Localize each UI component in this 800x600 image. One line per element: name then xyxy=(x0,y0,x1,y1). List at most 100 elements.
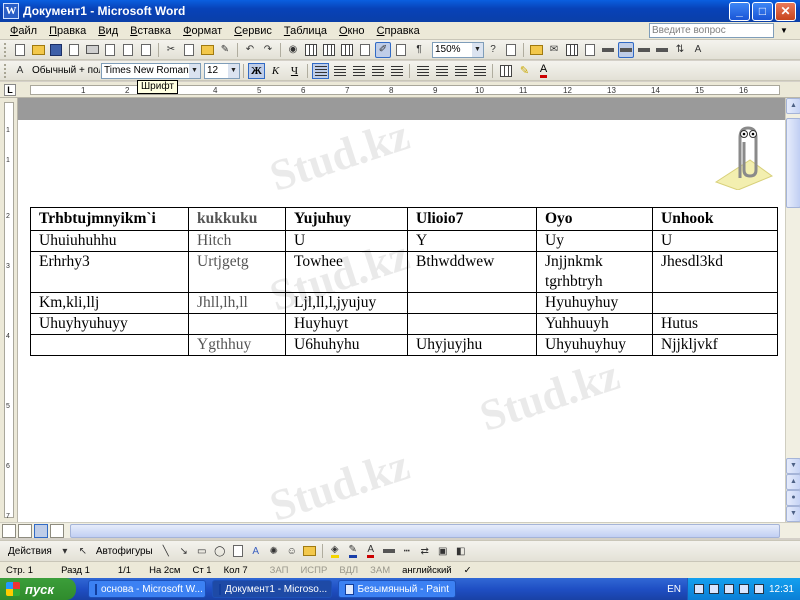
close-button[interactable]: ✕ xyxy=(775,1,796,21)
new-document-button[interactable] xyxy=(12,42,28,58)
border-line-button[interactable] xyxy=(636,42,652,58)
help-question-input[interactable]: Введите вопрос xyxy=(649,23,774,38)
minimize-button[interactable]: _ xyxy=(729,1,750,21)
oval-tool-button[interactable]: ◯ xyxy=(212,543,228,559)
font-size-select[interactable]: 12 ▼ xyxy=(204,62,240,79)
table-cell[interactable]: Ulioio7 xyxy=(407,207,537,231)
bold-button[interactable]: Ж xyxy=(248,62,265,79)
toolbar-grip[interactable] xyxy=(4,63,7,78)
menu-tools[interactable]: Сервис xyxy=(228,25,278,37)
table-cell[interactable]: Trhbtujmnyikm`i xyxy=(30,207,189,231)
bullets-button[interactable] xyxy=(433,63,450,79)
wordart-button[interactable]: A xyxy=(248,543,264,559)
increase-indent-button[interactable] xyxy=(471,63,488,79)
draw-actions-menu[interactable]: Действия xyxy=(4,546,56,557)
menu-help[interactable]: Справка xyxy=(371,25,426,37)
vertical-scroll-thumb[interactable] xyxy=(786,118,800,208)
show-hide-button[interactable]: ¶ xyxy=(411,42,427,58)
columns-button[interactable] xyxy=(357,42,373,58)
rectangle-tool-button[interactable]: ▭ xyxy=(194,543,210,559)
toolbar-grip[interactable] xyxy=(4,42,7,57)
vertical-scrollbar[interactable]: ▲ ▼ ▲ ● ▼ xyxy=(785,98,800,522)
web-view-button[interactable] xyxy=(18,523,32,538)
table-cell[interactable] xyxy=(407,292,537,314)
table-cell[interactable]: Hutus xyxy=(652,313,778,335)
chevron-down-icon[interactable]: ▼ xyxy=(778,26,790,35)
format-painter-button[interactable]: ✎ xyxy=(217,42,233,58)
table-cell[interactable] xyxy=(407,313,537,335)
table-cell[interactable]: Towhee xyxy=(285,251,408,293)
table-cell[interactable] xyxy=(188,313,286,335)
numbering-button[interactable] xyxy=(414,63,431,79)
document-table[interactable]: Trhbtujmnyikm`i kukkuku Yujuhuy Ulioio7 … xyxy=(30,207,778,356)
cut-button[interactable]: ✂ xyxy=(163,42,179,58)
align-right-button[interactable] xyxy=(350,63,367,79)
office-assistant-clippy[interactable] xyxy=(710,120,774,190)
taskbar-item[interactable]: Документ1 - Microso... xyxy=(212,580,332,598)
select-browse-object-button[interactable]: ● xyxy=(786,490,800,506)
status-rec[interactable]: ЗАП xyxy=(264,565,295,576)
drawing-button[interactable]: ✐ xyxy=(375,41,391,58)
font-size-button[interactable]: A xyxy=(690,42,706,58)
font-color-button[interactable]: A xyxy=(535,63,552,79)
line-color-button[interactable]: ✎ xyxy=(345,543,361,559)
justify-button[interactable] xyxy=(369,63,386,79)
table-cell[interactable]: U6huhyhu xyxy=(285,334,408,356)
line-style-button[interactable] xyxy=(600,42,616,58)
table-cell[interactable]: Uhuiuhuhhu xyxy=(30,230,189,252)
redo-button[interactable]: ↷ xyxy=(260,42,276,58)
new-folder-button[interactable] xyxy=(528,42,544,58)
border-active-button[interactable] xyxy=(618,41,634,58)
chevron-down-icon[interactable]: ▼ xyxy=(472,42,483,57)
sort-button[interactable]: ⇅ xyxy=(672,42,688,58)
draw-font-color-button[interactable]: A xyxy=(363,543,379,559)
horizontal-scroll-thumb[interactable] xyxy=(70,524,780,538)
mail-button[interactable]: ✉ xyxy=(546,42,562,58)
tray-icon[interactable] xyxy=(693,584,704,594)
chevron-down-icon[interactable]: ▼ xyxy=(189,63,200,78)
print-button[interactable] xyxy=(84,42,100,58)
save-button[interactable] xyxy=(48,42,64,58)
print-preview-button[interactable] xyxy=(102,42,118,58)
chevron-down-icon[interactable]: ▼ xyxy=(228,63,239,78)
taskbar-item[interactable]: основа - Microsoft W... xyxy=(88,580,206,598)
status-ovr[interactable]: ЗАМ xyxy=(364,565,396,576)
outline-view-button[interactable] xyxy=(50,523,64,538)
zoom-select[interactable]: 150% ▼ xyxy=(432,41,484,58)
previous-page-button[interactable]: ▲ xyxy=(786,474,800,490)
table-cell[interactable]: Ljl,ll,l,jyujuy xyxy=(285,292,408,314)
align-center-button[interactable] xyxy=(331,63,348,79)
spelling-button[interactable] xyxy=(120,42,136,58)
document-map-button[interactable] xyxy=(393,42,409,58)
table-cell[interactable]: U xyxy=(652,230,778,252)
3d-button[interactable]: ◧ xyxy=(453,543,469,559)
maximize-button[interactable]: □ xyxy=(752,1,773,21)
table-cell[interactable] xyxy=(652,292,778,314)
clock[interactable]: 12:31 xyxy=(769,584,794,595)
open-button[interactable] xyxy=(30,42,46,58)
styles-pane-button[interactable]: A xyxy=(12,63,28,79)
diagram-button[interactable]: ✺ xyxy=(266,543,282,559)
table-cell[interactable]: Jnjjnkmk tgrhbtryh xyxy=(536,251,653,293)
select-objects-button[interactable]: ↖ xyxy=(75,543,91,559)
status-ext[interactable]: ВДЛ xyxy=(333,565,364,576)
horizontal-ruler[interactable]: L 1 2 3 4 5 6 7 8 9 10 11 12 13 14 15 16 xyxy=(0,82,800,98)
underline-button[interactable]: Ч xyxy=(286,63,303,79)
word-app-icon[interactable]: W xyxy=(3,3,19,19)
textbox-tool-button[interactable] xyxy=(230,543,246,559)
clipart-button[interactable]: ☺ xyxy=(284,543,300,559)
vertical-ruler[interactable]: 1 1 2 3 4 5 6 7 xyxy=(0,98,18,522)
tray-icon[interactable] xyxy=(753,584,764,594)
language-indicator[interactable]: EN xyxy=(667,584,681,595)
line-style-button[interactable] xyxy=(381,543,397,559)
start-button[interactable]: пуск xyxy=(0,578,76,600)
border-double-button[interactable] xyxy=(654,42,670,58)
arrow-tool-button[interactable]: ↘ xyxy=(176,543,192,559)
italic-button[interactable]: К xyxy=(267,63,284,79)
table-cell[interactable]: Unhook xyxy=(652,207,778,231)
table-cell[interactable]: Hitch xyxy=(188,230,286,252)
table-cell[interactable]: Uhuyhyuhuyy xyxy=(30,313,189,335)
autoshapes-menu[interactable]: Автофигуры xyxy=(92,546,157,557)
normal-view-button[interactable] xyxy=(2,523,16,538)
arrow-style-button[interactable]: ⇄ xyxy=(417,543,433,559)
